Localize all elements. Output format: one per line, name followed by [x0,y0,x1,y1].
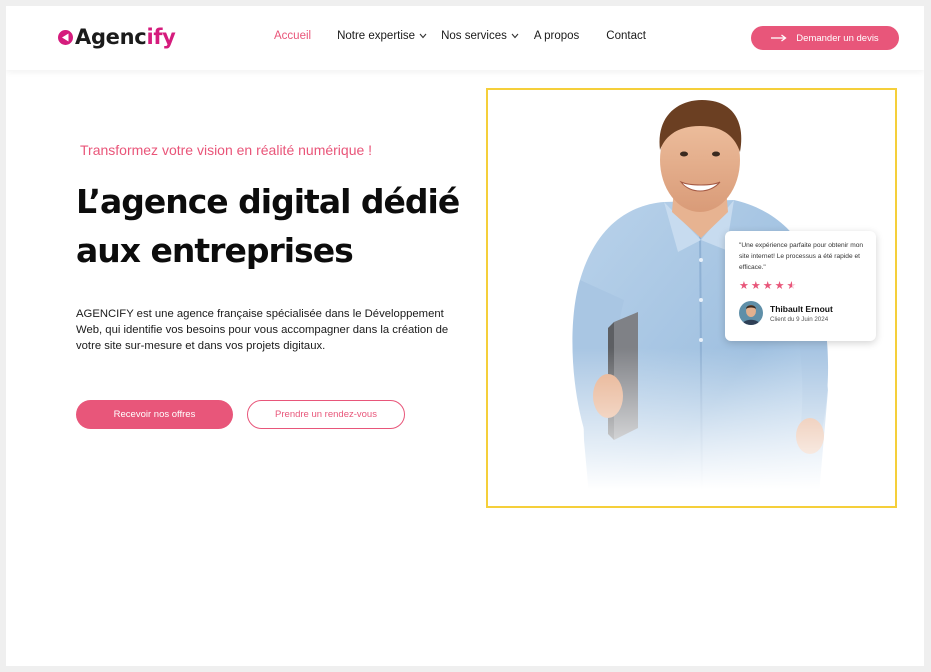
play-circle-icon [58,29,73,45]
rating-stars: ★ ★ ★ ★ ★ [739,281,864,292]
nav-item-contact[interactable]: Contact [606,30,646,42]
star-icon: ★ [762,280,773,292]
arrow-right-icon [771,34,787,42]
logo[interactable]: Agencify [58,25,176,49]
nav-item-a-propos[interactable]: A propos [534,30,579,42]
nav-item-accueil[interactable]: Accueil [274,30,311,42]
nav-item-label: Notre expertise [337,30,416,42]
site-header: Agencify Accueil Notre expertise Nos ser… [6,6,924,70]
star-half-icon: ★ [786,280,797,292]
chevron-down-icon [511,33,519,39]
receive-offers-button[interactable]: Recevoir nos offres [76,400,233,429]
hero-description: AGENCIFY est une agence française spécia… [76,308,449,352]
hero-tagline: Transformez votre vision en réalité numé… [80,142,373,158]
testimonial-card: "Une expérience parfaite pour obtenir mo… [725,231,876,341]
reviewer-name: Thibault Ernout [770,303,833,314]
book-appointment-button[interactable]: Prendre un rendez-vous [247,400,405,429]
reviewer: Thibault Ernout Client du 9 Juin 2024 [739,301,864,325]
nav-item-nos-services[interactable]: Nos services [441,30,519,42]
nav-item-label: Accueil [274,30,312,42]
star-icon: ★ [774,280,785,292]
star-icon: ★ [750,280,761,292]
nav-item-label: Contact [606,30,646,42]
reviewer-date: Client du 9 Juin 2024 [770,315,829,323]
page: Agencify Accueil Notre expertise Nos ser… [6,6,924,666]
hero-headline: L’agence digital dédié aux entreprises [76,177,506,275]
star-icon: ★ [739,280,749,292]
nav-item-label: Nos services [441,30,507,42]
chevron-down-icon [419,33,427,39]
main-nav: Accueil Notre expertise Nos services A p… [274,30,646,42]
testimonial-quote: "Une expérience parfaite pour obtenir mo… [739,242,864,271]
logo-text: Agencify [75,25,176,49]
hero-headline-line-2: aux entreprises [76,231,354,270]
reviewer-info: Thibault Ernout Client du 9 Juin 2024 [770,304,833,323]
hero-headline-line-1: L’agence digital dédié [76,182,460,221]
nav-item-notre-expertise[interactable]: Notre expertise [337,30,427,42]
nav-item-label: A propos [533,30,580,42]
request-quote-label: Demander un devis [796,32,879,44]
request-quote-button[interactable]: Demander un devis [751,26,899,50]
avatar [739,301,763,325]
